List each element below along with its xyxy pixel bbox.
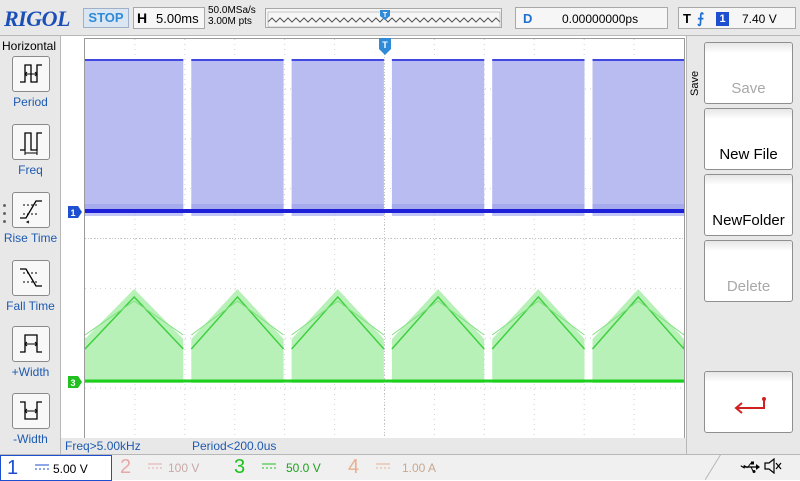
- memory-overview-graphic: T: [267, 10, 501, 28]
- svg-text:3: 3: [70, 378, 75, 388]
- measure-freq-button[interactable]: Freq: [0, 124, 61, 188]
- timebase-value: 5.00ms: [156, 11, 199, 26]
- dc-coupling-icon: [35, 464, 49, 470]
- measure-rise-time-button[interactable]: Rise Time: [0, 192, 61, 256]
- enter-arrow-icon: [734, 397, 766, 414]
- channel-3-scale: 50.0 V: [286, 461, 321, 475]
- measure-menu-panel: Horizontal Period Freq Rise Time Fall Ti…: [0, 36, 61, 454]
- brand-logo: RIGOL: [4, 6, 70, 31]
- save-button[interactable]: Save: [704, 42, 793, 104]
- measurement-readout: Freq>5.00kHz Period<200.0us: [61, 438, 686, 454]
- dc-coupling-icon: [376, 463, 390, 469]
- rise-time-label: Rise Time: [3, 231, 58, 245]
- ch1-burst-envelope: [592, 59, 684, 212]
- ch1-burst-envelope: [492, 59, 585, 212]
- new-folder-label: NewFolder: [712, 212, 785, 229]
- channel-1-scale: 5.00 V: [53, 462, 88, 476]
- channel-4-scale: 1.00 A: [402, 461, 437, 475]
- trigger-position-icon: T: [380, 10, 390, 20]
- trigger-label: T: [683, 11, 691, 26]
- channel-2-number: 2: [120, 456, 132, 478]
- ch3-burst-envelope: [191, 289, 284, 383]
- dc-coupling-icon: [148, 463, 162, 469]
- acquisition-info: 50.0MSa/s 3.00M pts: [208, 5, 256, 27]
- ch1-burst-envelope: [291, 59, 384, 212]
- period-icon: [12, 56, 50, 92]
- positive-width-icon: [12, 326, 50, 362]
- fall-time-label: Fall Time: [6, 299, 55, 313]
- ch3-burst-envelope: [291, 289, 384, 383]
- sample-rate: 50.0MSa/s: [208, 5, 256, 16]
- waveform-canvas: [85, 39, 684, 438]
- svg-text:T: T: [383, 12, 388, 19]
- new-file-label: New File: [719, 146, 778, 163]
- measure-negative-width-button[interactable]: -Width: [0, 393, 61, 457]
- rising-edge-icon: ⨍: [697, 10, 705, 26]
- ch1-offset-marker[interactable]: 1: [68, 206, 82, 218]
- top-status-bar: RIGOL STOP H 5.00ms 50.0MSa/s 3.00M pts …: [0, 0, 800, 36]
- channel-1-status[interactable]: 1 5.00 V: [0, 455, 112, 481]
- channel-3-number: 3: [234, 456, 246, 478]
- memory-waveform-overview: T: [265, 8, 502, 28]
- horizontal-label: H: [137, 10, 148, 26]
- negative-width-icon: [12, 393, 50, 429]
- channel-4-number: 4: [348, 456, 360, 478]
- frequency-measurement: Freq>5.00kHz: [65, 439, 141, 453]
- save-button-label: Save: [731, 80, 766, 97]
- delete-button[interactable]: Delete: [704, 240, 793, 302]
- speaker-muted-icon[interactable]: [763, 458, 783, 474]
- bottom-bar-decoration: [705, 454, 722, 480]
- ch3-burst-envelope: [592, 289, 684, 383]
- ch3-burst-envelope: [85, 289, 184, 383]
- channel-status-bar: 1 5.00 V 2 100 V 3 50.0 V 4 1.00 A: [0, 454, 800, 481]
- measure-period-button[interactable]: Period: [0, 56, 61, 120]
- ch3-burst-envelope: [391, 289, 485, 383]
- svg-text:1: 1: [70, 208, 75, 218]
- delay-label: D: [523, 11, 533, 26]
- channel-2-status[interactable]: 2 100 V: [114, 455, 226, 481]
- ch1-burst-envelope: [391, 59, 485, 212]
- freq-label: Freq: [18, 163, 43, 177]
- positive-width-label: +Width: [11, 365, 50, 379]
- negative-width-label: -Width: [13, 432, 48, 446]
- period-measurement: Period<200.0us: [192, 439, 277, 453]
- trigger-level: 7.40 V: [742, 12, 777, 26]
- trigger-source-badge: 1: [716, 12, 729, 26]
- frequency-icon: [12, 124, 50, 160]
- measure-fall-time-button[interactable]: Fall Time: [0, 260, 61, 324]
- delay-value: 0.00000000ps: [562, 12, 639, 26]
- channel-4-status[interactable]: 4 1.00 A: [342, 455, 454, 481]
- horizontal-timebase[interactable]: H 5.00ms: [133, 7, 205, 29]
- measure-positive-width-button[interactable]: +Width: [0, 326, 61, 390]
- usb-glyph: [743, 461, 760, 473]
- channel-2-scale: 100 V: [168, 461, 200, 475]
- new-folder-button[interactable]: NewFolder: [704, 174, 793, 236]
- channel-1-number: 1: [7, 457, 19, 479]
- ch3-offset-marker[interactable]: 3: [68, 376, 82, 388]
- rise-time-icon: [12, 192, 50, 228]
- enter-button[interactable]: [704, 371, 793, 433]
- waveform-display[interactable]: [84, 38, 685, 439]
- period-label: Period: [13, 95, 48, 109]
- dc-coupling-icon: [262, 463, 276, 469]
- ch1-burst-envelope: [85, 59, 184, 212]
- fall-time-icon: [12, 260, 50, 296]
- ch3-burst-envelope: [492, 289, 585, 383]
- svg-text:T: T: [382, 40, 388, 50]
- delay-display[interactable]: D 0.00000000ps: [515, 7, 668, 29]
- new-file-button[interactable]: New File: [704, 108, 793, 170]
- ch1-burst-envelope: [191, 59, 284, 212]
- trigger-display[interactable]: T ⨍ 1 7.40 V: [678, 7, 796, 29]
- channel-3-status[interactable]: 3 50.0 V: [228, 455, 340, 481]
- measure-menu-title: Horizontal: [2, 39, 57, 53]
- delete-label: Delete: [726, 278, 771, 295]
- run-stop-status[interactable]: STOP: [83, 8, 129, 28]
- trigger-position-marker[interactable]: T: [378, 38, 392, 56]
- memory-depth: 3.00M pts: [208, 16, 252, 27]
